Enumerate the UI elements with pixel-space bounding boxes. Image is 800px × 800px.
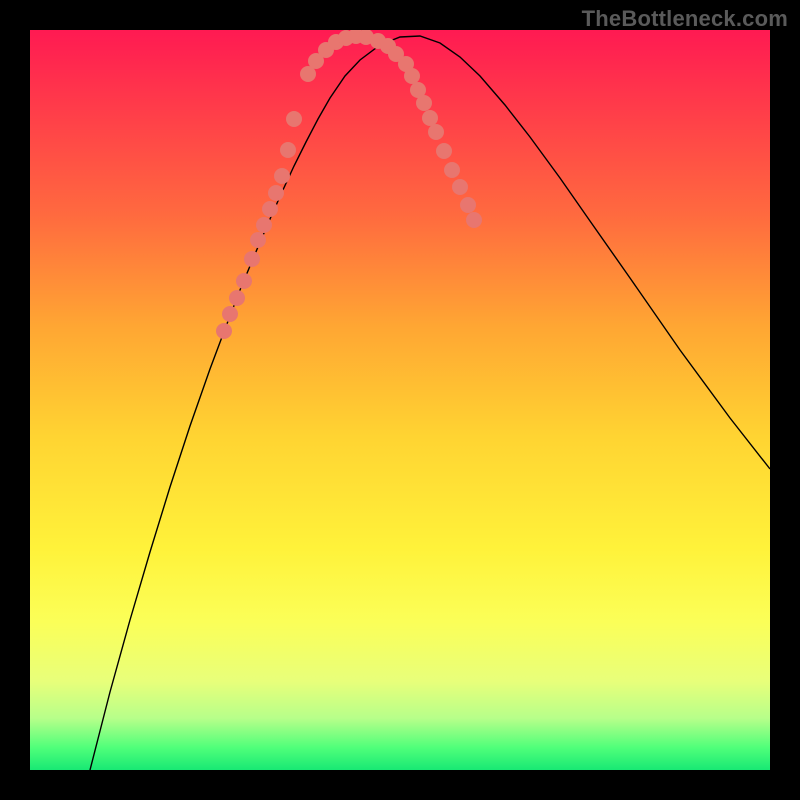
- chart-area: [30, 30, 770, 770]
- scatter-dot: [222, 306, 238, 322]
- scatter-dot: [460, 197, 476, 213]
- scatter-dot: [452, 179, 468, 195]
- scatter-dot: [216, 323, 232, 339]
- scatter-dot: [444, 162, 460, 178]
- scatter-dot: [229, 290, 245, 306]
- scatter-dot: [268, 185, 284, 201]
- scatter-dot: [404, 68, 420, 84]
- scatter-dot: [244, 251, 260, 267]
- scatter-dot: [280, 142, 296, 158]
- scatter-dot: [262, 201, 278, 217]
- scatter-dot: [416, 95, 432, 111]
- scatter-dot: [466, 212, 482, 228]
- scatter-dot: [436, 143, 452, 159]
- bottleneck-curve: [90, 36, 770, 770]
- scatter-dot: [428, 124, 444, 140]
- scatter-dot: [256, 217, 272, 233]
- scatter-dot: [274, 168, 290, 184]
- scatter-dot: [250, 232, 266, 248]
- scatter-dot: [422, 110, 438, 126]
- scatter-dot: [236, 273, 252, 289]
- watermark-text: TheBottleneck.com: [582, 6, 788, 32]
- plot-svg: [30, 30, 770, 770]
- scatter-points: [216, 30, 482, 339]
- scatter-dot: [286, 111, 302, 127]
